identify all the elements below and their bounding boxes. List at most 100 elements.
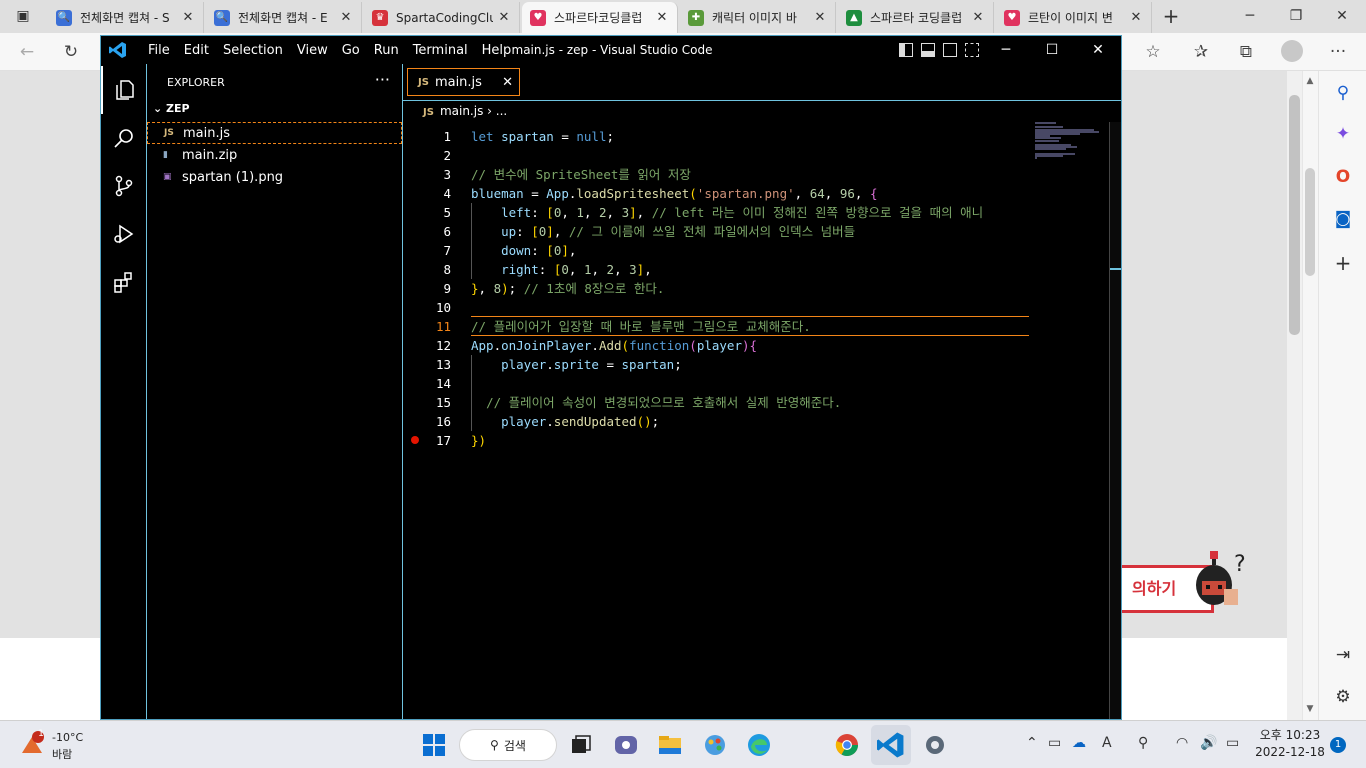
code-line[interactable]: // 플레이어 속성이 변경되었으므로 호출해서 실제 반영해준다. [471, 393, 841, 412]
code-line[interactable]: }, 8); // 1초에 8장으로 한다. [471, 279, 664, 298]
code-line[interactable]: up: [0], // 그 이름에 쓰일 전체 파일에서의 인덱스 넘버들 [471, 222, 855, 241]
discover-icon[interactable]: ✦ [1330, 121, 1356, 147]
close-tab-icon[interactable]: ✕ [1129, 10, 1143, 25]
ime-icon[interactable]: A [1102, 735, 1112, 751]
add-sidebar-icon[interactable]: + [1330, 250, 1356, 276]
menu-help[interactable]: Help [475, 43, 519, 58]
menu-selection[interactable]: Selection [216, 43, 290, 58]
code-line[interactable]: right: [0, 1, 2, 3], [471, 260, 652, 279]
scroll-down-arrow[interactable]: ▼ [1303, 704, 1317, 714]
code-line[interactable]: // 플레이어가 입장할 때 바로 블루맨 그림으로 교체해준다. [471, 317, 811, 336]
toggle-panel-icon[interactable] [921, 43, 935, 57]
toggle-sidebar-icon[interactable] [899, 43, 913, 57]
close-tab-icon[interactable]: ✕ [813, 10, 827, 25]
browser-tab[interactable]: ▲ 스파르타 코딩클럽 ✕ [838, 2, 994, 33]
tray-overflow-icon[interactable]: ⌃ [1026, 735, 1038, 751]
add-favorite-icon[interactable]: ☆ [1138, 38, 1168, 66]
browser-tab[interactable]: ♥ 르탄이 이미지 변 ✕ [996, 2, 1152, 33]
close-tab-icon[interactable]: ✕ [655, 10, 669, 25]
extensions-icon[interactable] [101, 258, 147, 306]
code-line[interactable]: }) [471, 431, 486, 450]
code-line[interactable]: let spartan = null; [471, 127, 614, 146]
taskbar-search[interactable]: ⚲ 검색 [459, 729, 557, 761]
menu-terminal[interactable]: Terminal [406, 43, 475, 58]
sidebar-settings-icon[interactable]: ⚙ [1330, 684, 1356, 710]
new-tab-button[interactable]: + [1158, 4, 1184, 28]
breadcrumb-rest[interactable]: › ... [483, 104, 507, 118]
sidebar-toggle-icon[interactable]: ⇥ [1330, 642, 1356, 668]
notification-badge[interactable]: 1 [1330, 737, 1346, 753]
code-line[interactable]: App.onJoinPlayer.Add(function(player){ [471, 336, 757, 355]
close-window-button[interactable]: ✕ [1319, 0, 1365, 33]
menu-file[interactable]: File [141, 43, 177, 58]
tray-device-icon[interactable]: ⚲ [1138, 735, 1148, 751]
breadcrumb[interactable]: JS main.js › ... [403, 102, 1121, 122]
menu-go[interactable]: Go [335, 43, 367, 58]
menu-edit[interactable]: Edit [177, 43, 216, 58]
editor-scrollbar[interactable] [1109, 122, 1121, 719]
code-line[interactable]: // 변수에 SpriteSheet를 읽어 저장 [471, 165, 691, 184]
source-control-icon[interactable] [101, 162, 147, 210]
menu-run[interactable]: Run [367, 43, 406, 58]
settings-more-icon[interactable]: ··· [1323, 38, 1353, 66]
weather-widget[interactable]: 1 -10°C 바람 [18, 729, 98, 763]
vscode-minimize-button[interactable]: ─ [983, 36, 1029, 64]
restore-button[interactable]: ❐ [1273, 0, 1319, 33]
outer-scroll-thumb[interactable] [1305, 168, 1315, 276]
close-tab-icon[interactable]: ✕ [502, 75, 513, 90]
favorites-icon[interactable]: ✰ [1186, 38, 1216, 66]
code-line[interactable]: player.sprite = spartan; [471, 355, 682, 374]
wifi-icon[interactable]: ◠ [1176, 735, 1188, 751]
tray-monitor-icon[interactable]: ▭ [1048, 735, 1061, 751]
explorer-more-button[interactable]: ··· [375, 70, 390, 89]
folder-zep[interactable]: ⌄ ZEP [153, 102, 190, 115]
browser-tab[interactable]: 🔍 전체화면 캡쳐 - E ✕ [206, 2, 362, 33]
code-line[interactable]: player.sendUpdated(); [471, 412, 659, 431]
code-line[interactable]: blueman = App.loadSpritesheet('spartan.p… [471, 184, 877, 203]
onedrive-icon[interactable]: ☁ [1072, 735, 1086, 751]
vscode-taskbar-icon[interactable] [877, 731, 905, 759]
breadcrumb-file[interactable]: main.js [440, 104, 483, 118]
edge-icon[interactable] [745, 731, 773, 759]
collections-icon[interactable]: ⧉ [1231, 38, 1261, 66]
customize-layout-icon[interactable] [965, 43, 979, 57]
refresh-button[interactable]: ↻ [56, 38, 86, 66]
paint-icon[interactable] [701, 731, 729, 759]
toggle-secondary-sidebar-icon[interactable] [943, 43, 957, 57]
battery-icon[interactable]: ▭ [1226, 735, 1239, 751]
back-button[interactable]: ← [12, 38, 42, 66]
search-view-icon[interactable] [101, 114, 147, 162]
chat-icon[interactable] [612, 731, 640, 759]
line-number-gutter[interactable]: 1 2 3 4 5 6 7 8 9 10 11 12 13 14 15 16 17 [403, 122, 471, 719]
breakpoint-icon[interactable] [411, 436, 419, 444]
close-tab-icon[interactable]: ✕ [181, 10, 195, 25]
system-clock[interactable]: 오후 10:23 2022-12-18 [1252, 727, 1328, 761]
menu-view[interactable]: View [290, 43, 335, 58]
chrome-icon[interactable] [833, 731, 861, 759]
vscode-maximize-button[interactable]: ☐ [1029, 36, 1075, 64]
explorer-icon[interactable] [101, 66, 147, 114]
vscode-close-button[interactable]: ✕ [1075, 36, 1121, 64]
browser-tab[interactable]: ♥ 스파르타코딩클럽 ✕ [522, 2, 678, 33]
browser-tab[interactable]: ♛ SpartaCodingClub ✕ [364, 2, 520, 33]
search-icon[interactable]: ⚲ [1330, 80, 1356, 106]
file-item[interactable]: JS main.js [147, 122, 402, 144]
volume-icon[interactable]: 🔊 [1200, 735, 1217, 751]
browser-tab[interactable]: 🔍 전체화면 캡쳐 - S ✕ [48, 2, 204, 33]
file-item[interactable]: ▮ main.zip [147, 144, 402, 166]
outlook-icon[interactable]: ◙ [1330, 206, 1356, 232]
scroll-up-arrow[interactable]: ▲ [1303, 76, 1317, 86]
run-debug-icon[interactable] [101, 210, 147, 258]
minimize-button[interactable]: ─ [1227, 0, 1273, 33]
tab-actions-icon[interactable]: ▣ [10, 4, 36, 28]
code-line[interactable]: down: [0], [471, 241, 576, 260]
code-line[interactable]: left: [0, 1, 2, 3], // left 라는 이미 정해진 왼쪽… [471, 203, 983, 222]
file-item[interactable]: ▣ spartan (1).png [147, 166, 402, 188]
close-tab-icon[interactable]: ✕ [497, 10, 511, 25]
close-tab-icon[interactable]: ✕ [971, 10, 985, 25]
minimap[interactable] [1035, 122, 1109, 162]
close-tab-icon[interactable]: ✕ [339, 10, 353, 25]
task-view-icon[interactable] [567, 731, 595, 759]
tab-main-js[interactable]: JS main.js ✕ [407, 68, 520, 96]
browser-tab[interactable]: ✚ 캐릭터 이미지 바 ✕ [680, 2, 836, 33]
